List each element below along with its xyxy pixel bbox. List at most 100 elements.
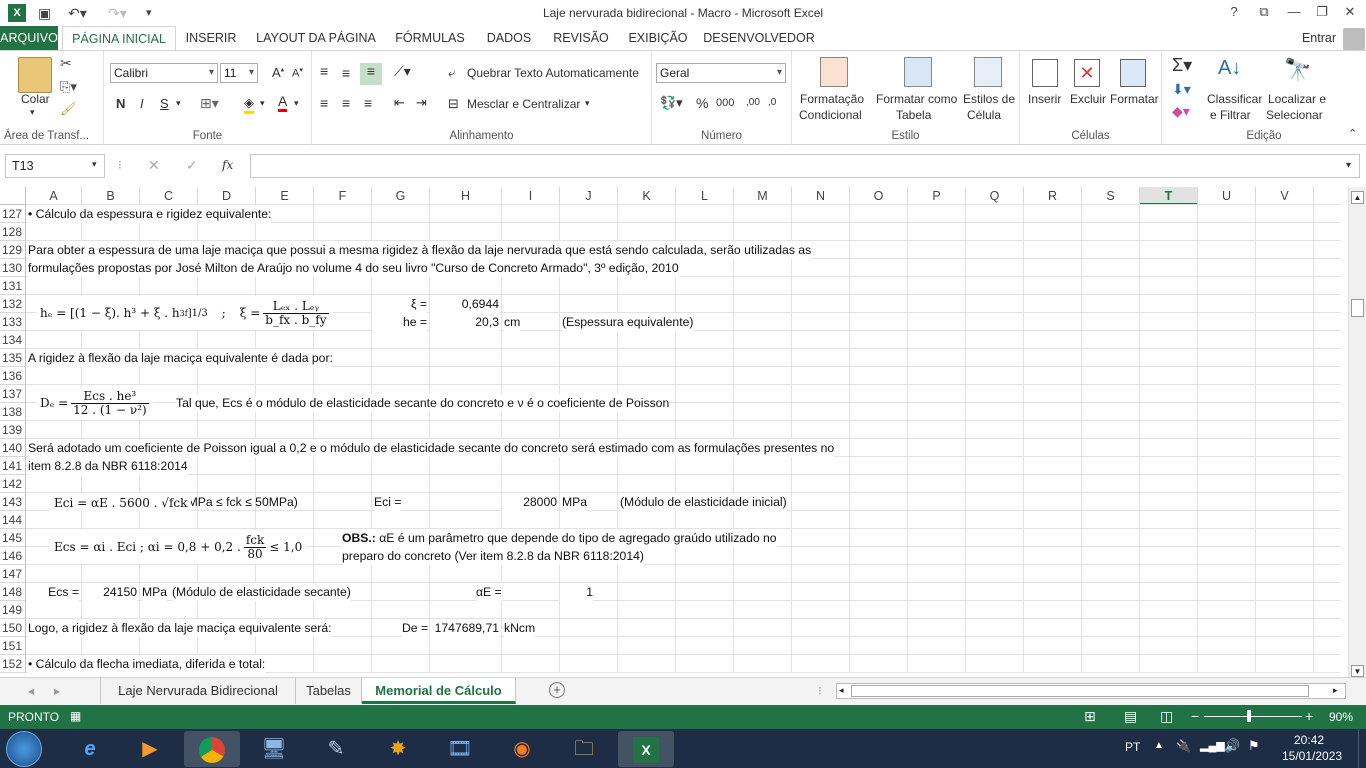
column-header[interactable]: F <box>314 187 372 205</box>
orientation-icon[interactable]: ⟋▾ <box>394 63 411 80</box>
column-header[interactable]: T <box>1140 187 1198 205</box>
number-format-select[interactable]: Geral <box>656 63 786 83</box>
cell-styles-sub[interactable]: Célula <box>967 108 1001 122</box>
column-header[interactable]: M <box>734 187 792 205</box>
row-header[interactable]: 127 <box>0 205 26 223</box>
vertical-scrollbar[interactable]: ▲ ▼ <box>1348 187 1366 677</box>
merge-center-button[interactable]: Mesclar e Centralizar <box>467 97 580 111</box>
zoom-in-icon[interactable]: + <box>1305 708 1313 724</box>
row-header[interactable]: 144 <box>0 511 26 529</box>
underline-button[interactable]: S <box>160 96 169 111</box>
firefox-icon[interactable]: ◉ <box>494 731 550 767</box>
row-header[interactable]: 137 <box>0 385 26 403</box>
expand-formula-icon[interactable]: ▾ <box>1346 160 1351 171</box>
column-header[interactable]: O <box>850 187 908 205</box>
normal-view-icon[interactable]: ⊞ <box>1084 708 1096 725</box>
align-center-icon[interactable]: ≡ <box>342 95 350 111</box>
zoom-level[interactable]: 90% <box>1329 710 1353 724</box>
start-button-icon[interactable] <box>6 731 42 767</box>
show-desktop-button[interactable] <box>1358 729 1366 768</box>
column-header[interactable]: G <box>372 187 430 205</box>
format-painter-icon[interactable]: 🖌 <box>60 101 77 117</box>
show-hidden-icons-icon[interactable]: ▲ <box>1154 740 1164 751</box>
minimize-button[interactable]: — <box>1280 2 1308 22</box>
fill-color-dropdown-icon[interactable]: ▾ <box>260 98 265 109</box>
hscroll-thumb[interactable] <box>851 685 1309 697</box>
ie-icon[interactable]: e <box>62 731 118 767</box>
delete-cells-button[interactable]: Excluir <box>1070 92 1106 106</box>
network-monitor-icon[interactable]: 🖥 <box>246 731 302 767</box>
macro-record-icon[interactable]: ▦ <box>70 709 81 723</box>
increase-decimal-icon[interactable]: ,00 <box>746 97 760 108</box>
autosum-icon[interactable]: Σ▾ <box>1172 55 1192 76</box>
column-header[interactable]: B <box>82 187 140 205</box>
conditional-format-button[interactable]: Formatação <box>800 92 864 106</box>
comma-style-icon[interactable]: 000 <box>716 97 734 109</box>
paste-icon[interactable] <box>18 57 52 93</box>
fill-icon[interactable]: ⬇▾ <box>1172 81 1191 98</box>
column-header[interactable]: E <box>256 187 314 205</box>
formula-input[interactable] <box>250 154 1360 178</box>
row-header[interactable]: 141 <box>0 457 26 475</box>
paste-button[interactable]: Colar <box>21 92 50 106</box>
conditional-format-sub[interactable]: Condicional <box>799 108 862 122</box>
explorer-icon[interactable]: 🗀 <box>556 731 612 767</box>
column-header[interactable]: K <box>618 187 676 205</box>
tab-pagina-inicial[interactable]: PÁGINA INICIAL <box>62 26 176 51</box>
tab-dados[interactable]: DADOS <box>478 26 540 50</box>
close-button[interactable]: ✕ <box>1336 2 1364 22</box>
chrome-icon[interactable] <box>184 731 240 767</box>
film-app-icon[interactable]: 🎞 <box>432 731 488 767</box>
sheet-tab-memorial[interactable]: Memorial de Cálculo <box>362 678 516 704</box>
row-header[interactable]: 140 <box>0 439 26 457</box>
power-icon[interactable]: 🔌 <box>1176 739 1191 753</box>
borders-icon[interactable]: ⊞▾ <box>200 95 219 112</box>
bold-button[interactable]: N <box>116 96 125 111</box>
avatar[interactable] <box>1343 28 1365 50</box>
format-cells-button[interactable]: Formatar <box>1110 92 1159 106</box>
row-header[interactable]: 150 <box>0 619 26 637</box>
restore-button[interactable]: ❐ <box>1308 2 1336 22</box>
insert-cells-button[interactable]: Inserir <box>1028 92 1061 106</box>
decrease-indent-icon[interactable]: ⇤ <box>394 95 405 111</box>
accounting-format-icon[interactable]: 💱▾ <box>660 95 683 111</box>
collapse-ribbon-icon[interactable]: ⌃ <box>1348 127 1357 140</box>
row-header[interactable]: 149 <box>0 601 26 619</box>
name-box-dropdown-icon[interactable]: ▾ <box>92 159 97 170</box>
volume-icon[interactable]: 🔊 <box>1224 738 1240 754</box>
format-as-table-sub[interactable]: Tabela <box>896 108 931 122</box>
underline-dropdown-icon[interactable]: ▾ <box>176 98 181 109</box>
row-header[interactable]: 135 <box>0 349 26 367</box>
row-header[interactable]: 130 <box>0 259 26 277</box>
column-header[interactable]: J <box>560 187 618 205</box>
scroll-down-icon[interactable]: ▼ <box>1351 665 1364 677</box>
select-all-corner[interactable] <box>0 187 26 205</box>
sheet-tab-tabelas[interactable]: Tabelas <box>296 678 362 704</box>
font-name-select[interactable]: Calibri <box>110 63 218 83</box>
column-header[interactable]: V <box>1256 187 1314 205</box>
spreadsheet-grid[interactable]: A B C D E F G H I J K L M N O P Q R S T U V 127 128 129 130 131 132… <box>0 187 1348 677</box>
tab-formulas[interactable]: FÓRMULAS <box>390 26 470 50</box>
align-bottom-icon[interactable]: ≡ <box>360 63 382 85</box>
clock-time[interactable]: 20:42 <box>1294 733 1324 747</box>
row-header[interactable]: 143 <box>0 493 26 511</box>
align-top-icon[interactable]: ≡ <box>320 63 328 79</box>
scroll-thumb[interactable] <box>1351 299 1364 317</box>
scroll-right-icon[interactable]: ▸ <box>1333 685 1338 696</box>
row-header[interactable]: 133 <box>0 313 26 331</box>
tab-desenvolvedor[interactable]: DESENVOLVEDOR <box>702 26 816 50</box>
clear-icon[interactable]: ◆▾ <box>1172 103 1190 120</box>
wrap-text-button[interactable]: Quebrar Texto Automaticamente <box>467 66 639 80</box>
prev-sheet-icon[interactable]: ◂ <box>28 684 34 698</box>
row-header[interactable]: 128 <box>0 223 26 241</box>
split-grip-icon[interactable]: ⁝ <box>818 684 822 698</box>
language-indicator[interactable]: PT <box>1125 740 1140 754</box>
enter-icon[interactable]: ✓ <box>186 157 198 174</box>
ribbon-display-icon[interactable]: ⧉ <box>1250 2 1278 22</box>
insert-function-icon[interactable]: fx <box>222 158 233 172</box>
column-header[interactable]: H <box>430 187 502 205</box>
percent-icon[interactable]: % <box>696 95 708 111</box>
media-player-icon[interactable]: ▶ <box>122 731 178 767</box>
zoom-out-icon[interactable]: − <box>1191 708 1199 724</box>
increase-indent-icon[interactable]: ⇥ <box>416 95 427 111</box>
